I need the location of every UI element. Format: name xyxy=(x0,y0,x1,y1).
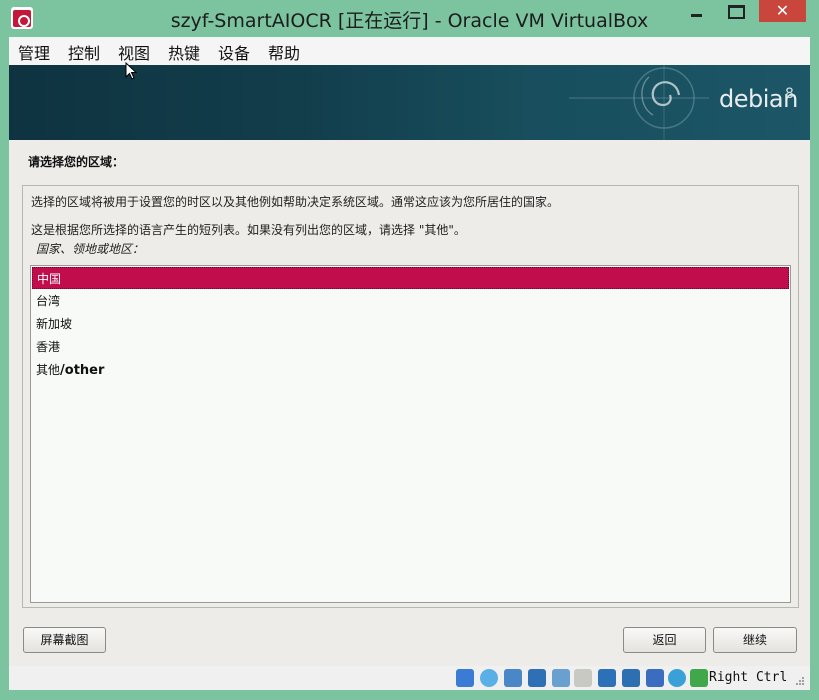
minimize-icon xyxy=(691,14,702,17)
status-bar: Right Ctrl xyxy=(9,666,810,690)
list-item-taiwan[interactable]: 台湾 xyxy=(32,290,789,312)
resize-grip-icon[interactable] xyxy=(795,676,805,686)
list-item-label: 新加坡 xyxy=(36,317,73,331)
host-key-label[interactable]: Right Ctrl xyxy=(709,670,787,685)
usb-icon[interactable] xyxy=(552,669,570,687)
vm-display[interactable]: debian 8 请选择您的区域： 选择的区域将被用于设置您的时区以及其他例如帮… xyxy=(9,65,810,666)
list-item-hongkong[interactable]: 香港 xyxy=(32,336,789,358)
menu-control[interactable]: 控制 xyxy=(68,40,100,64)
back-button[interactable]: 返回 xyxy=(623,627,706,653)
description-text-2: 这是根据您所选择的语言产生的短列表。如果没有列出您的区域，请选择 "其他"。 xyxy=(31,223,466,237)
list-item-label: 中国 xyxy=(37,272,62,286)
mouse-integration-icon[interactable] xyxy=(668,669,686,687)
menu-manage[interactable]: 管理 xyxy=(18,40,50,64)
shared-folder-icon[interactable] xyxy=(574,669,592,687)
country-listbox[interactable]: 中国 台湾 新加坡 香港 其他/other xyxy=(30,265,791,603)
list-item-singapore[interactable]: 新加坡 xyxy=(32,313,789,335)
list-item-china[interactable]: 中国 xyxy=(32,267,789,289)
list-item-label: 香港 xyxy=(36,340,61,354)
country-list-label: 国家、领地或地区： xyxy=(36,242,145,256)
list-item-label: 台湾 xyxy=(36,294,61,308)
maximize-button[interactable] xyxy=(718,0,754,22)
capture-icon[interactable] xyxy=(622,669,640,687)
continue-button[interactable]: 继续 xyxy=(713,627,797,653)
network-icon[interactable] xyxy=(528,669,546,687)
list-item-label-ascii: /other xyxy=(60,363,105,378)
virtualization-icon[interactable] xyxy=(646,669,664,687)
minimize-button[interactable] xyxy=(682,0,712,22)
locale-panel: 选择的区域将被用于设置您的时区以及其他例如帮助决定系统区域。通常这应该为您所居住… xyxy=(22,185,799,608)
keyboard-capture-icon[interactable] xyxy=(690,669,708,687)
virtualbox-window: szyf-SmartAIOCR [正在运行] - Oracle VM Virtu… xyxy=(0,0,819,700)
menu-hotkeys[interactable]: 热键 xyxy=(168,40,200,64)
mouse-cursor-icon xyxy=(125,62,138,80)
hard-disk-icon[interactable] xyxy=(456,669,474,687)
debian-version: 8 xyxy=(785,86,794,102)
title-bar[interactable]: szyf-SmartAIOCR [正在运行] - Oracle VM Virtu… xyxy=(0,0,819,36)
page-title: 请选择您的区域： xyxy=(28,155,125,169)
menu-help[interactable]: 帮助 xyxy=(268,40,300,64)
list-item-label: 其他 xyxy=(36,363,61,377)
menu-view[interactable]: 视图 xyxy=(118,40,150,64)
maximize-icon xyxy=(728,5,745,19)
screenshot-button[interactable]: 屏幕截图 xyxy=(23,627,106,653)
description-text: 选择的区域将被用于设置您的时区以及其他例如帮助决定系统区域。通常这应该为您所居住… xyxy=(31,195,560,209)
close-button[interactable]: ✕ xyxy=(759,0,806,22)
audio-icon[interactable] xyxy=(504,669,522,687)
optical-disk-icon[interactable] xyxy=(480,669,498,687)
menu-devices[interactable]: 设备 xyxy=(218,40,250,64)
list-item-other[interactable]: 其他/other xyxy=(32,359,789,381)
display-icon[interactable] xyxy=(598,669,616,687)
close-icon: ✕ xyxy=(775,1,790,20)
